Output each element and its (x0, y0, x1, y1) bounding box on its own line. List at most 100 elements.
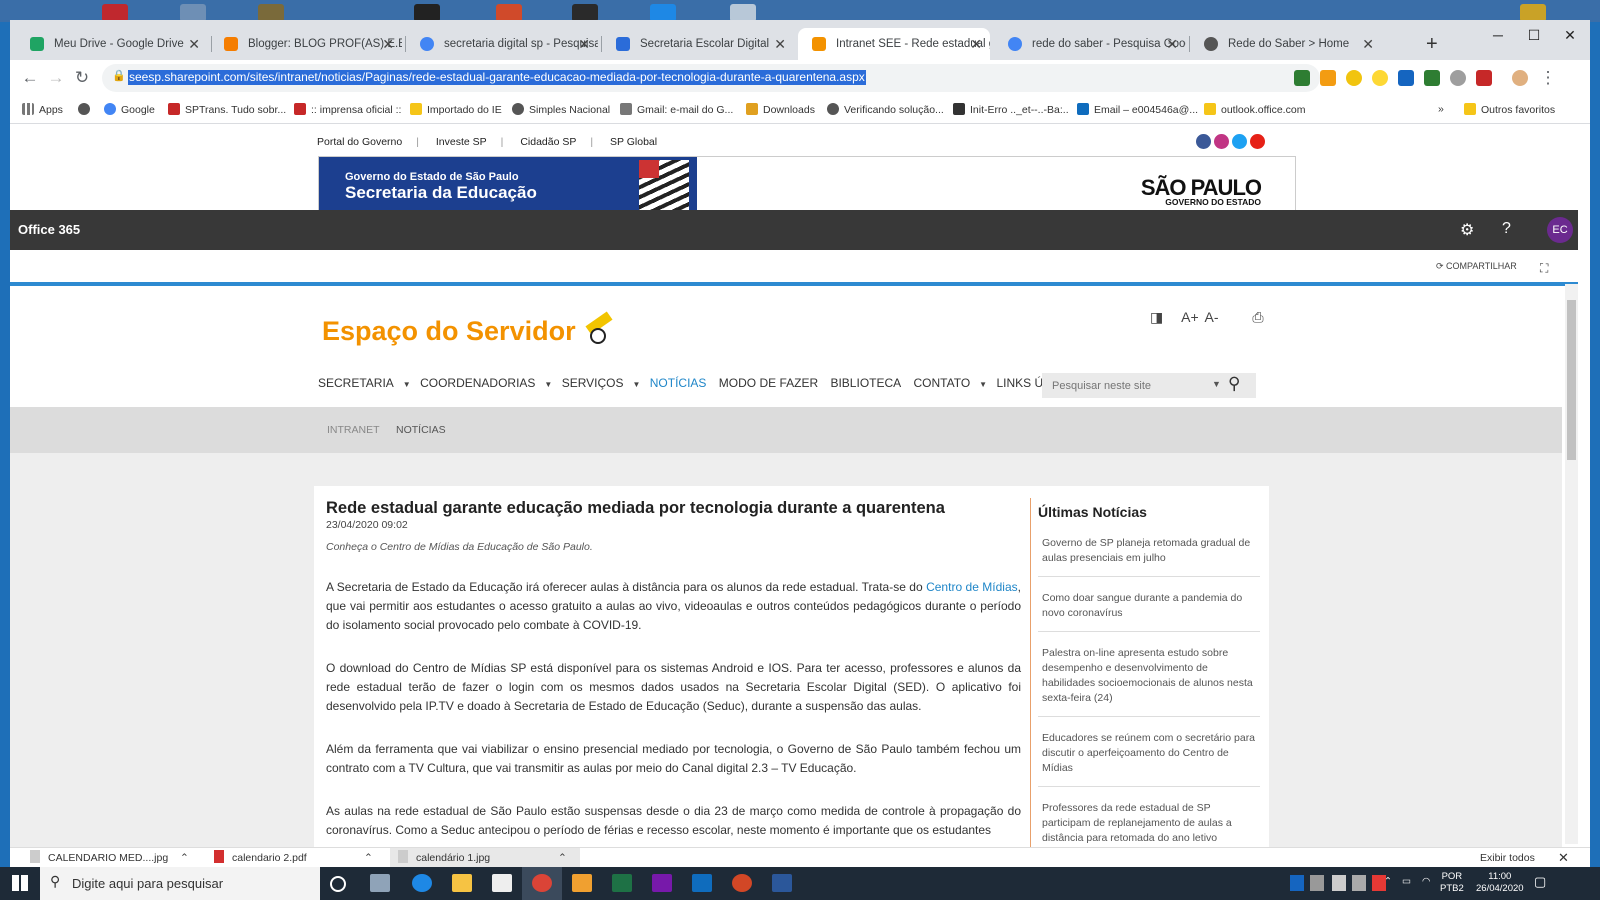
extension-icon[interactable] (1320, 70, 1336, 86)
share-button[interactable]: ⟳ COMPARTILHAR (1436, 261, 1517, 272)
task-view-icon[interactable] (370, 874, 390, 892)
link-portal-governo[interactable]: Portal do Governo (317, 136, 402, 148)
tray-icons[interactable] (1290, 875, 1386, 891)
tab-blogger[interactable]: Blogger: BLOG PROF(AS) E.E.RAU✕ (210, 28, 402, 60)
forward-icon[interactable]: → (44, 68, 68, 88)
word-icon[interactable] (772, 874, 792, 892)
clock[interactable]: 11:00 26/04/2020 (1476, 871, 1524, 895)
menu-kebab-icon[interactable]: ⋮ (1536, 68, 1560, 88)
taskbar-search[interactable]: ⚲ Digite aqui para pesquisar (40, 867, 320, 900)
close-downloads-icon[interactable]: ✕ (1558, 848, 1569, 867)
chevron-down-icon[interactable]: ▼ (403, 380, 411, 389)
url-text[interactable]: seesp.sharepoint.com/sites/intranet/noti… (128, 70, 866, 85)
breadcrumb-noticias[interactable]: NOTÍCIAS (396, 424, 446, 436)
breadcrumb-intranet[interactable]: INTRANET (327, 424, 380, 436)
tab-google-search-rede-saber[interactable]: rede do saber - Pesquisa Google ✕ (994, 28, 1186, 60)
download-item[interactable]: CALENDARIO MED....jpg ⌃ (30, 848, 198, 867)
bookmark-email[interactable]: Email – e004546a@... (1077, 103, 1198, 116)
news-item[interactable]: Governo de SP planeja retomada gradual d… (1038, 532, 1260, 577)
bookmark-init-erro[interactable]: Init-Erro .._et--..-Ba:.. (953, 103, 1069, 116)
site-logo[interactable]: Espaço do Servidor (322, 314, 618, 347)
instagram-icon[interactable] (1214, 134, 1229, 149)
lock-icon[interactable]: 🔒 (112, 69, 126, 82)
focus-mode-icon[interactable]: ⛶ (1540, 261, 1548, 276)
extension-icon[interactable] (1294, 70, 1310, 86)
nav-noticias[interactable]: NOTÍCIAS (650, 376, 707, 390)
page-scrollbar[interactable] (1565, 284, 1578, 844)
back-icon[interactable]: ← (18, 68, 42, 88)
tab-rede-do-saber[interactable]: Rede do Saber > Home ✕ (1190, 28, 1382, 60)
link-sp-global[interactable]: SP Global (610, 136, 657, 148)
extension-icon[interactable] (1476, 70, 1492, 86)
new-tab-button[interactable]: + (1426, 28, 1438, 60)
tab-google-search-sed[interactable]: secretaria digital sp - Pesquisa G ✕ (406, 28, 598, 60)
nav-contato[interactable]: CONTATO (914, 376, 971, 390)
minimize-icon[interactable]: ─ (1480, 22, 1516, 48)
close-icon[interactable]: ✕ (382, 28, 394, 60)
centro-de-midias-link[interactable]: Centro de Mídias (926, 580, 1018, 594)
close-icon[interactable]: ✕ (970, 28, 982, 60)
profile-avatar[interactable] (1512, 70, 1528, 86)
search-scope-dropdown[interactable]: ▼ (1212, 379, 1221, 389)
close-icon[interactable]: ✕ (774, 28, 786, 60)
cortana-icon[interactable] (330, 876, 346, 892)
maximize-icon[interactable]: ☐ (1516, 22, 1552, 48)
font-decrease-button[interactable]: A- (1205, 309, 1219, 325)
battery-icon[interactable]: ▭ (1402, 876, 1411, 888)
tab-secretaria-escolar-digital[interactable]: Secretaria Escolar Digital ✕ (602, 28, 794, 60)
nav-modo-de-fazer[interactable]: MODO DE FAZER (719, 376, 818, 390)
news-item[interactable]: Educadores se reúnem com o secretário pa… (1038, 727, 1260, 787)
bookmark-google[interactable]: Google (104, 103, 155, 116)
close-icon[interactable]: ✕ (578, 28, 590, 60)
search-icon[interactable]: ⚲ (1228, 374, 1240, 394)
edge-icon[interactable] (412, 874, 432, 892)
office365-title[interactable]: Office 365 (18, 222, 80, 237)
close-icon[interactable]: ✕ (1362, 28, 1374, 60)
chevron-up-icon[interactable]: ⌃ (558, 848, 567, 867)
bookmark-verificando[interactable]: Verificando solução... (827, 103, 944, 116)
chevron-down-icon[interactable]: ▼ (544, 380, 552, 389)
chevron-up-icon[interactable]: ⌃ (1384, 876, 1392, 888)
news-item[interactable]: Como doar sangue durante a pandemia do n… (1038, 587, 1260, 632)
check-extension-icon[interactable] (1424, 70, 1440, 86)
bookmark-simples-nacional[interactable]: Simples Nacional (512, 103, 610, 116)
search-input[interactable] (1042, 373, 1222, 398)
windows-start-icon[interactable] (12, 875, 28, 891)
gov-banner[interactable]: Governo do Estado de São Paulo Secretari… (318, 156, 1296, 214)
help-icon[interactable]: ? (1502, 220, 1511, 238)
nav-coordenadorias[interactable]: COORDENADORIAS (420, 376, 535, 390)
scrollbar-thumb[interactable] (1567, 300, 1576, 460)
bookmarks-overflow-button[interactable]: » (1438, 103, 1444, 115)
extension-icon[interactable] (1450, 70, 1466, 86)
bookmark-downloads[interactable]: Downloads (746, 103, 815, 116)
gear-icon[interactable]: ⚙ (1460, 220, 1474, 240)
bookmark-outros-favoritos[interactable]: Outros favoritos (1464, 103, 1555, 116)
close-icon[interactable]: ✕ (1166, 28, 1178, 60)
notifications-icon[interactable]: ▢ (1534, 875, 1546, 888)
download-item[interactable]: calendário 1.jpg ⌃ (390, 848, 580, 867)
chevron-down-icon[interactable]: ▼ (979, 380, 987, 389)
download-item[interactable]: calendario 2.pdf ⌃ (214, 848, 382, 867)
onenote-icon[interactable] (652, 874, 672, 892)
chrome-taskbar-button[interactable] (522, 867, 562, 900)
nav-biblioteca[interactable]: BIBLIOTECA (830, 376, 901, 390)
media-player-icon[interactable] (572, 874, 592, 892)
extension-icon[interactable] (1372, 70, 1388, 86)
bookmark-importado-ie[interactable]: Importado do IE (410, 103, 502, 116)
close-icon[interactable]: ✕ (188, 28, 200, 60)
chevron-up-icon[interactable]: ⌃ (364, 848, 373, 867)
print-icon[interactable]: ⎙ (1252, 309, 1263, 325)
facebook-icon[interactable] (1196, 134, 1211, 149)
chevron-down-icon[interactable]: ▼ (633, 380, 641, 389)
show-all-downloads-button[interactable]: Exibir todos (1480, 848, 1535, 867)
link-cidadao-sp[interactable]: Cidadão SP (520, 136, 576, 148)
address-bar[interactable]: 🔒 seesp.sharepoint.com/sites/intranet/no… (102, 64, 1320, 92)
youtube-icon[interactable] (1250, 134, 1265, 149)
tab-google-drive[interactable]: Meu Drive - Google Drive ✕ (16, 28, 208, 60)
nav-servicos[interactable]: SERVIÇOS (562, 376, 624, 390)
bookmark-globe[interactable] (78, 103, 95, 116)
chevron-up-icon[interactable]: ⌃ (180, 848, 189, 867)
file-explorer-icon[interactable] (452, 874, 472, 892)
tab-intranet-see[interactable]: Intranet SEE - Rede estadual gara✕ (798, 28, 990, 60)
store-icon[interactable] (492, 874, 512, 892)
